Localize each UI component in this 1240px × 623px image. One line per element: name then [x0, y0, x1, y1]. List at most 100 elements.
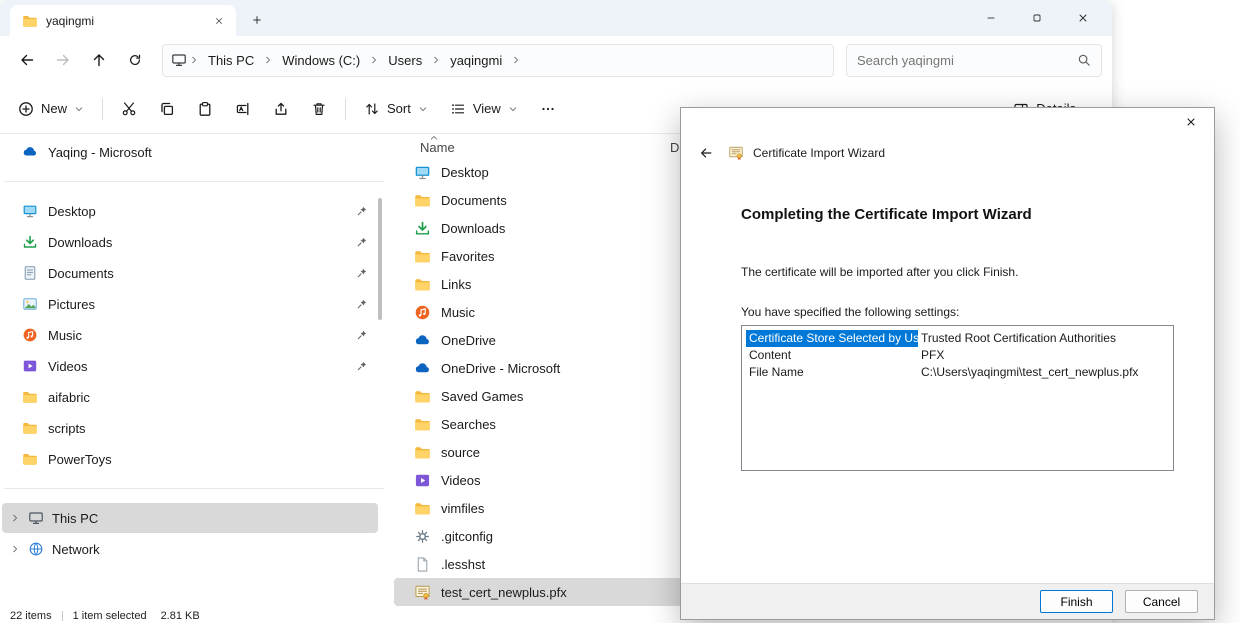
folder-icon [22, 13, 38, 29]
folder-icon [22, 389, 38, 405]
breadcrumb-users[interactable]: Users [381, 50, 429, 71]
search-box[interactable]: Search yaqingmi [846, 44, 1102, 77]
setting-row-content[interactable]: Content PFX [746, 347, 1169, 364]
chevron-right-icon [263, 55, 273, 65]
more-options-button[interactable] [530, 91, 566, 127]
videos-icon [22, 358, 38, 374]
sidebar-item-music[interactable]: Music [2, 320, 378, 350]
breadcrumb-yaqingmi[interactable]: yaqingmi [443, 50, 509, 71]
breadcrumb-windows-c[interactable]: Windows (C:) [275, 50, 367, 71]
new-button[interactable]: New [8, 91, 94, 127]
sidebar-item-desktop[interactable]: Desktop [2, 196, 378, 226]
sidebar-item-documents[interactable]: Documents [2, 258, 378, 288]
dialog-close-button[interactable] [1169, 109, 1213, 135]
chevron-down-icon [74, 104, 84, 114]
back-button[interactable] [10, 43, 44, 77]
chevron-right-icon[interactable] [10, 513, 20, 523]
breadcrumb: This PC Windows (C:) Users yaqingmi [162, 44, 834, 77]
gear-icon [414, 528, 431, 545]
close-icon [1185, 116, 1197, 128]
navigation-pane: Yaqing - Microsoft Desktop Downloads Doc… [0, 134, 388, 609]
breadcrumb-this-pc[interactable]: This PC [201, 50, 261, 71]
close-button[interactable] [1060, 0, 1106, 35]
refresh-button[interactable] [118, 43, 152, 77]
screen: yaqingmi This PC Windows (C:) [0, 0, 1240, 623]
sidebar-item-network[interactable]: Network [2, 534, 378, 564]
rename-button[interactable] [225, 91, 261, 127]
onedrive-cloud-icon [414, 332, 431, 349]
view-label: View [473, 101, 501, 116]
ellipsis-icon [540, 101, 556, 117]
close-icon [1077, 12, 1089, 24]
copy-button[interactable] [149, 91, 185, 127]
column-header-name[interactable]: Name [420, 140, 670, 155]
toolbar-divider [345, 98, 346, 120]
copy-icon [159, 101, 175, 117]
folder-icon [22, 451, 38, 467]
setting-row-file-name[interactable]: File Name C:\Users\yaqingmi\test_cert_ne… [746, 364, 1169, 381]
pin-icon [356, 205, 368, 217]
sidebar-item-scripts[interactable]: scripts [2, 413, 378, 443]
forward-button[interactable] [46, 43, 80, 77]
delete-button[interactable] [301, 91, 337, 127]
maximize-icon [1031, 12, 1043, 24]
wizard-heading: Completing the Certificate Import Wizard [741, 206, 1174, 223]
chevron-right-icon [189, 55, 199, 65]
setting-value: Trusted Root Certification Authorities [921, 330, 1116, 347]
cut-button[interactable] [111, 91, 147, 127]
setting-key: Certificate Store Selected by User [746, 330, 918, 347]
tab-close-button[interactable] [208, 10, 230, 32]
folder-icon [414, 388, 431, 405]
desktop-icon [22, 203, 38, 219]
folder-icon [414, 444, 431, 461]
pin-icon [356, 298, 368, 310]
setting-key: Content [746, 347, 918, 364]
desktop-icon [414, 164, 431, 181]
forward-arrow-icon [55, 52, 71, 68]
explorer-tab[interactable]: yaqingmi [10, 5, 236, 36]
selection-info: 1 item selected [73, 610, 147, 622]
cut-icon [121, 101, 137, 117]
setting-row-certificate-store[interactable]: Certificate Store Selected by User Trust… [746, 330, 1169, 347]
sidebar-item-videos[interactable]: Videos [2, 351, 378, 381]
dialog-back-button[interactable] [693, 140, 719, 166]
downloads-icon [414, 220, 431, 237]
sidebar-item-powertoys[interactable]: PowerToys [2, 444, 378, 474]
sort-ascending-icon [429, 134, 439, 143]
folder-icon [414, 416, 431, 433]
finish-button[interactable]: Finish [1040, 590, 1113, 613]
documents-icon [22, 265, 38, 281]
settings-caption: You have specified the following setting… [741, 305, 1174, 319]
trash-icon [311, 101, 327, 117]
up-button[interactable] [82, 43, 116, 77]
sidebar-item-pictures[interactable]: Pictures [2, 289, 378, 319]
sort-button[interactable]: Sort [354, 91, 438, 127]
folder-icon [414, 248, 431, 265]
window-controls [968, 0, 1106, 35]
sidebar-item-downloads[interactable]: Downloads [2, 227, 378, 257]
sidebar-item-aifabric[interactable]: aifabric [2, 382, 378, 412]
sidebar-item-onedrive[interactable]: Yaqing - Microsoft [2, 137, 378, 167]
view-button[interactable]: View [440, 91, 528, 127]
minimize-button[interactable] [968, 0, 1014, 35]
maximize-button[interactable] [1014, 0, 1060, 35]
sidebar-item-this-pc[interactable]: This PC [2, 503, 378, 533]
dialog-footer: Finish Cancel [681, 583, 1214, 619]
navigation-bar: This PC Windows (C:) Users yaqingmi Sear… [0, 36, 1112, 84]
paste-button[interactable] [187, 91, 223, 127]
new-tab-button[interactable] [246, 9, 268, 31]
minimize-icon [985, 12, 997, 24]
sort-label: Sort [387, 101, 411, 116]
cancel-button[interactable]: Cancel [1125, 590, 1198, 613]
tab-title: yaqingmi [46, 14, 200, 28]
onedrive-cloud-icon [414, 360, 431, 377]
settings-list[interactable]: Certificate Store Selected by User Trust… [741, 325, 1174, 471]
setting-value: PFX [921, 347, 944, 364]
back-arrow-icon [699, 146, 713, 160]
this-pc-icon [28, 510, 44, 526]
sidebar-scrollbar[interactable] [378, 198, 382, 320]
setting-key: File Name [746, 364, 918, 381]
chevron-right-icon[interactable] [10, 544, 20, 554]
share-button[interactable] [263, 91, 299, 127]
certificate-icon [728, 145, 744, 161]
